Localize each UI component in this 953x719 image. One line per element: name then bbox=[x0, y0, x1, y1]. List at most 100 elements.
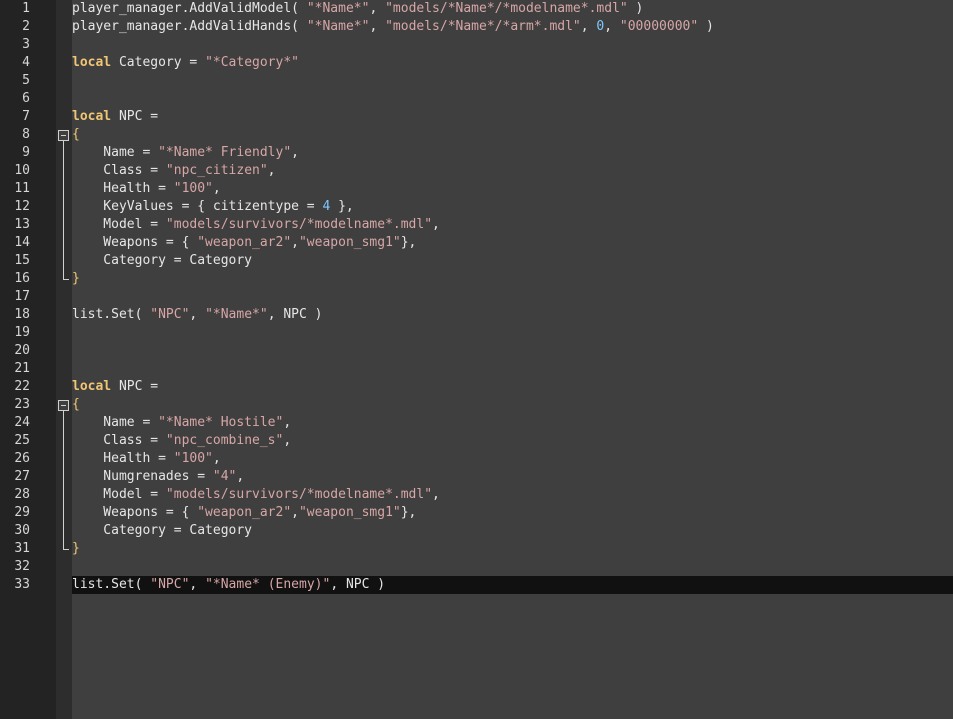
code-line[interactable]: local NPC = bbox=[72, 378, 158, 396]
code-token: , bbox=[236, 469, 245, 484]
code-line[interactable]: local Category = "*Category*" bbox=[72, 54, 299, 72]
keyword-token: local bbox=[72, 379, 112, 394]
line-number: 29 bbox=[14, 505, 30, 520]
code-token: Class = bbox=[72, 433, 166, 448]
line-number: 5 bbox=[22, 73, 30, 88]
line-number: 3 bbox=[22, 37, 30, 52]
line-number: 28 bbox=[14, 487, 30, 502]
line-number: 2 bbox=[22, 19, 30, 34]
code-line[interactable]: Model = "models/survivors/*modelname*.md… bbox=[72, 216, 440, 234]
string-token: "weapon_smg1" bbox=[298, 505, 401, 520]
code-line[interactable]: Category = Category bbox=[72, 252, 252, 270]
code-token: player_manager.AddValidModel( bbox=[72, 1, 307, 16]
line-number: 27 bbox=[14, 469, 30, 484]
string-token: "models/survivors/*modelname*.mdl" bbox=[165, 487, 433, 502]
string-token: "models/*Name*/*modelname*.mdl" bbox=[385, 1, 628, 16]
string-token: "weapon_smg1" bbox=[298, 235, 401, 250]
code-editor[interactable]: 1 2 3 4 5 6 7 8 9 10 11 12 13 14 15 16 17 18 19 20 21 22 23 24 2… bbox=[0, 0, 953, 719]
code-token: player_manager.AddValidHands( bbox=[72, 19, 307, 34]
code-token: { bbox=[72, 127, 80, 142]
code-token: Category = Category bbox=[72, 523, 253, 538]
code-line[interactable]: player_manager.AddValidHands( "*Name*", … bbox=[72, 18, 714, 36]
code-line[interactable]: Health = "100", bbox=[72, 450, 220, 468]
line-number: 12 bbox=[14, 199, 30, 214]
line-number: 19 bbox=[14, 325, 30, 340]
code-line[interactable]: Class = "npc_combine_s", bbox=[72, 432, 291, 450]
code-token: , NPC ) bbox=[330, 577, 386, 592]
string-token: "*Category*" bbox=[205, 55, 299, 70]
code-line[interactable]: Category = Category bbox=[72, 522, 252, 540]
code-line[interactable]: Numgrenades = "4", bbox=[72, 468, 244, 486]
code-token: NPC = bbox=[111, 379, 159, 394]
line-number: 20 bbox=[14, 343, 30, 358]
code-token: , NPC ) bbox=[267, 307, 323, 322]
code-token: Weapons = { bbox=[72, 505, 198, 520]
keyword-token: local bbox=[72, 55, 112, 70]
code-line[interactable]: { bbox=[72, 396, 80, 414]
fold-toggle-icon[interactable] bbox=[58, 130, 69, 141]
code-token: Name = bbox=[72, 145, 159, 160]
code-token: , bbox=[291, 235, 299, 250]
code-line[interactable]: KeyValues = { citizentype = 4 }, bbox=[72, 198, 353, 216]
fold-margin bbox=[56, 0, 72, 719]
string-token: "100" bbox=[173, 451, 213, 466]
keyword-token: local bbox=[72, 109, 112, 124]
line-number: 21 bbox=[14, 361, 30, 376]
code-line[interactable]: Weapons = { "weapon_ar2","weapon_smg1"}, bbox=[72, 504, 416, 522]
code-token: , bbox=[432, 487, 440, 502]
code-line[interactable]: Health = "100", bbox=[72, 180, 221, 198]
string-token: "models/survivors/*modelname*.mdl" bbox=[165, 217, 433, 232]
code-line[interactable]: local NPC = bbox=[72, 108, 158, 126]
code-line[interactable]: Class = "npc_citizen", bbox=[72, 162, 275, 180]
line-number: 15 bbox=[14, 253, 30, 268]
code-line[interactable]: Model = "models/survivors/*modelname*.md… bbox=[72, 486, 440, 504]
code-token: , bbox=[212, 181, 221, 196]
string-token: "100" bbox=[173, 181, 213, 196]
code-token: KeyValues = { citizentype = bbox=[72, 199, 323, 214]
code-line[interactable]: { bbox=[72, 126, 80, 144]
code-token: , bbox=[283, 433, 292, 448]
code-token: Class = bbox=[72, 163, 166, 178]
line-number: 14 bbox=[14, 235, 30, 250]
code-area[interactable]: player_manager.AddValidModel( "*Name*", … bbox=[72, 0, 953, 719]
line-number: 18 bbox=[14, 307, 30, 322]
code-line[interactable]: list.Set( "NPC", "*Name* (Enemy)", NPC ) bbox=[72, 576, 385, 594]
code-token: list.Set( bbox=[72, 307, 151, 322]
code-line[interactable]: } bbox=[72, 270, 80, 288]
string-token: "weapon_ar2" bbox=[197, 235, 292, 250]
code-token: , bbox=[369, 19, 386, 34]
code-token: , bbox=[291, 145, 299, 160]
line-number: 30 bbox=[14, 523, 30, 538]
code-line[interactable]: Weapons = { "weapon_ar2","weapon_smg1"}, bbox=[72, 234, 416, 252]
code-token: Health = bbox=[72, 181, 174, 196]
line-number: 8 bbox=[22, 127, 30, 142]
code-line[interactable]: player_manager.AddValidModel( "*Name*", … bbox=[72, 0, 643, 18]
code-line[interactable]: list.Set( "NPC", "*Name*", NPC ) bbox=[72, 306, 323, 324]
line-number: 26 bbox=[14, 451, 30, 466]
string-token: "npc_combine_s" bbox=[165, 433, 284, 448]
fold-toggle-icon[interactable] bbox=[58, 400, 69, 411]
code-line[interactable]: } bbox=[72, 540, 80, 558]
line-number: 13 bbox=[14, 217, 30, 232]
line-number: 7 bbox=[22, 109, 30, 124]
line-number: 6 bbox=[22, 91, 30, 106]
code-line[interactable]: Name = "*Name* Friendly", bbox=[72, 144, 299, 162]
line-number: 4 bbox=[22, 55, 30, 70]
code-token: Category = bbox=[111, 55, 206, 70]
code-token: ) bbox=[627, 1, 644, 16]
line-number: 10 bbox=[14, 163, 30, 178]
code-token: Weapons = { bbox=[72, 235, 198, 250]
code-token: list.Set( bbox=[72, 577, 151, 592]
line-number: 33 bbox=[14, 577, 30, 592]
code-token: , bbox=[283, 415, 292, 430]
line-number: 9 bbox=[22, 145, 30, 160]
code-token: } bbox=[72, 271, 80, 286]
fold-end-marker bbox=[63, 279, 69, 280]
line-number: 17 bbox=[14, 289, 30, 304]
code-token: }, bbox=[400, 505, 417, 520]
code-token: { bbox=[72, 397, 80, 412]
code-line[interactable]: Name = "*Name* Hostile", bbox=[72, 414, 291, 432]
fold-guide-line bbox=[63, 141, 64, 279]
code-token: , bbox=[291, 505, 299, 520]
code-token: Model = bbox=[72, 217, 166, 232]
